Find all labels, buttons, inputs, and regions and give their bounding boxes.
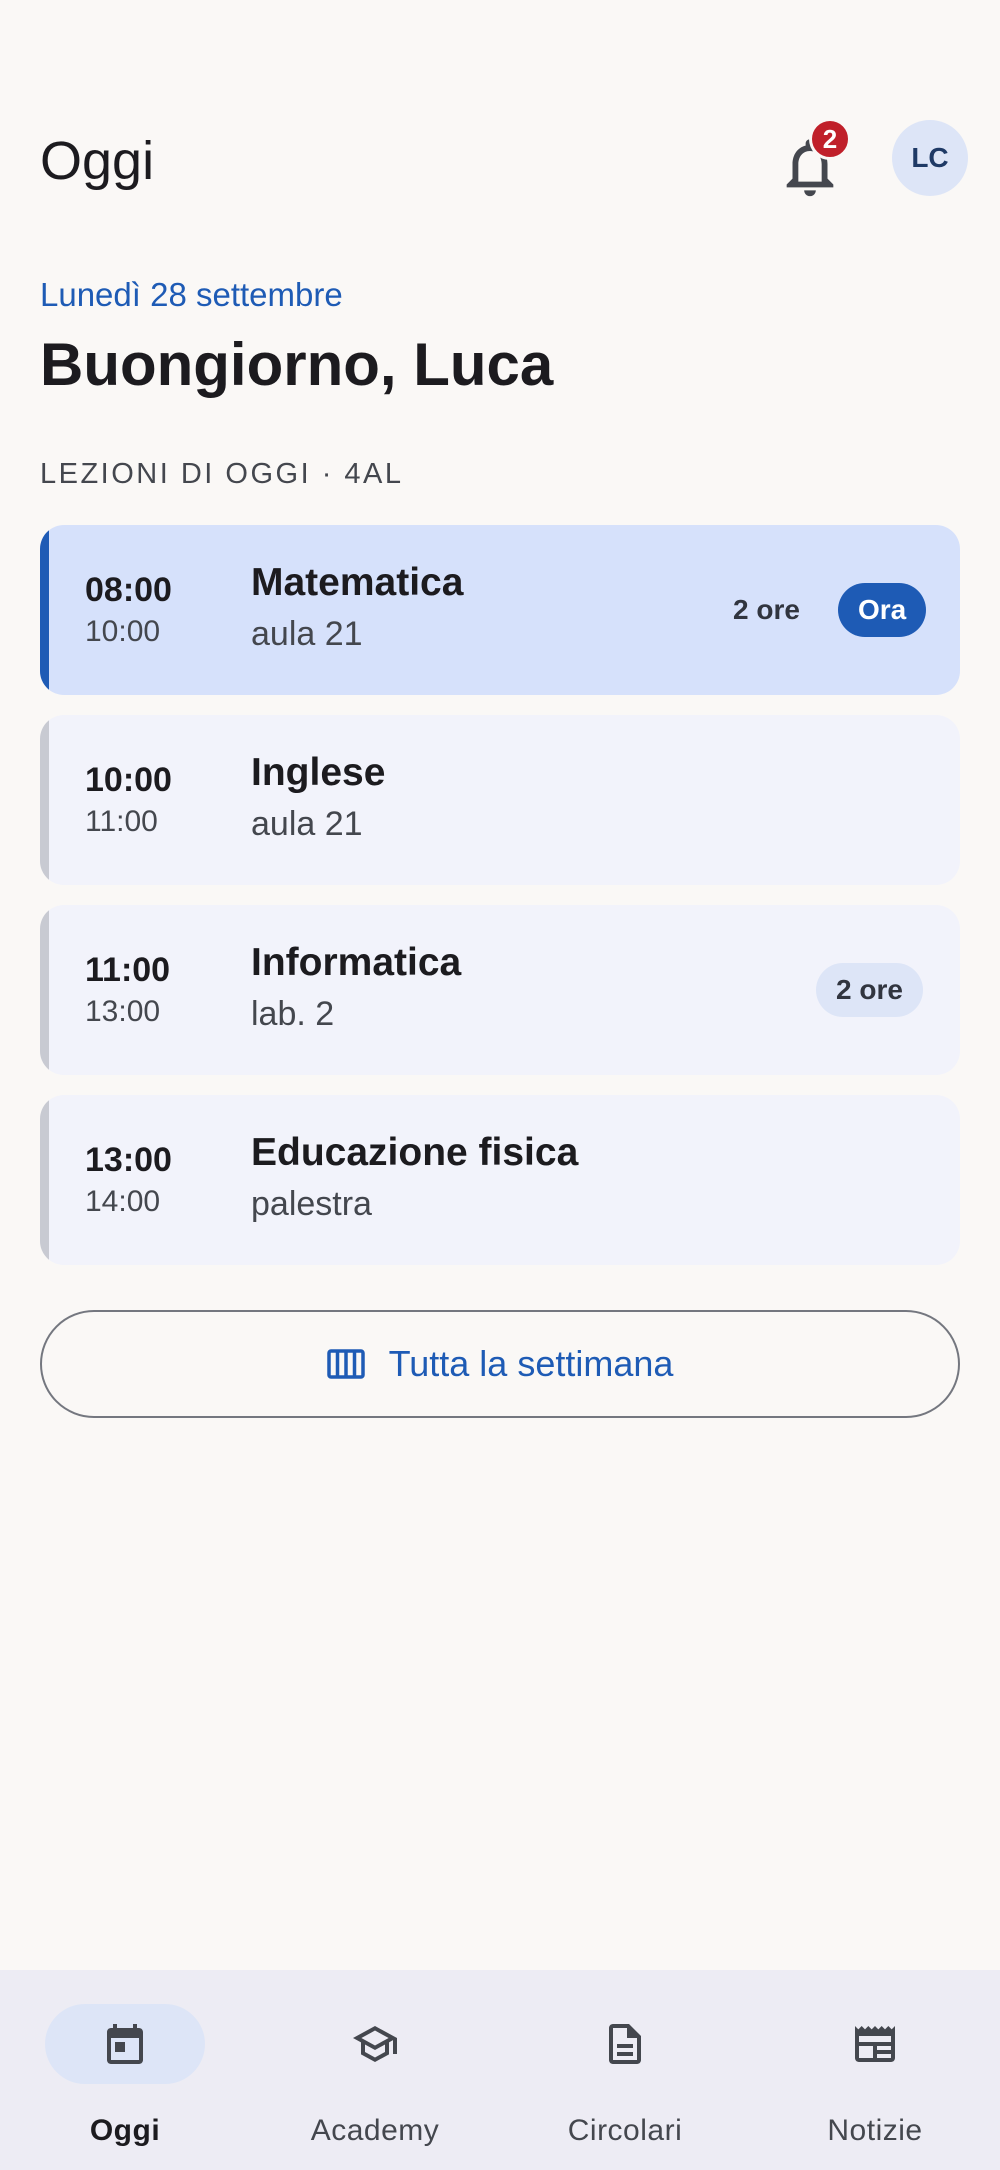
lesson-card[interactable]: 11:00 13:00 Informatica lab. 2 2 ore [40, 905, 960, 1075]
lesson-subject: Informatica [251, 941, 462, 984]
duration-chip: 2 ore [733, 594, 800, 625]
lesson-room: aula 21 [251, 615, 363, 653]
document-icon [609, 2024, 641, 2064]
nav-item-academy[interactable]: Academy [250, 1970, 500, 2170]
top-app-bar: Oggi 2 LC [0, 110, 1000, 210]
view-week-icon [326, 1349, 365, 1379]
bottom-navigation: Oggi Academy Circolari Notizie [0, 1970, 1000, 2170]
lesson-end-time: 11:00 [85, 805, 158, 838]
lesson-card[interactable]: 10:00 11:00 Inglese aula 21 [40, 715, 960, 885]
nav-label-oggi: Oggi [89, 2114, 161, 2147]
now-badge: Ora [838, 583, 927, 637]
newspaper-icon [855, 2026, 895, 2062]
lesson-end-time: 13:00 [85, 995, 161, 1028]
nav-label-notizie: Notizie [827, 2114, 923, 2147]
school-icon [353, 2026, 397, 2062]
full-week-button[interactable]: Tutta la settimana [40, 1310, 960, 1418]
section-title: LEZIONI DI OGGI · 4AL [40, 458, 404, 490]
nav-label-circolari: Circolari [567, 2114, 683, 2147]
nav-label-academy: Academy [310, 2114, 440, 2147]
lesson-start-time: 13:00 [85, 1141, 172, 1179]
lesson-card[interactable]: 08:00 10:00 Matematica aula 21 2 ore Ora [40, 525, 960, 695]
lesson-card[interactable]: 13:00 14:00 Educazione fisica palestra [40, 1095, 960, 1265]
greeting-heading: Buongiorno, Luca [40, 331, 554, 398]
nav-item-oggi[interactable]: Oggi [0, 1970, 250, 2170]
lesson-end-time: 14:00 [85, 1185, 161, 1218]
lesson-start-time: 08:00 [85, 571, 172, 609]
lesson-subject: Educazione fisica [251, 1131, 579, 1174]
lesson-indicator-bar [40, 1095, 49, 1265]
lesson-subject: Matematica [251, 561, 464, 604]
lesson-start-time: 11:00 [85, 951, 171, 989]
lesson-room: aula 21 [251, 805, 363, 843]
lesson-start-time: 10:00 [85, 761, 172, 799]
current-date: Lunedì 28 settembre [40, 276, 343, 313]
nav-item-notizie[interactable]: Notizie [750, 1970, 1000, 2170]
duration-chip: 2 ore [816, 963, 923, 1017]
nav-item-circolari[interactable]: Circolari [500, 1970, 750, 2170]
avatar[interactable]: LC [892, 120, 968, 196]
lesson-indicator-bar [40, 715, 49, 885]
lesson-room: palestra [251, 1185, 372, 1223]
full-week-label: Tutta la settimana [388, 1343, 674, 1384]
page-title: Oggi [40, 131, 155, 191]
notification-badge: 2 [809, 118, 851, 160]
lesson-subject: Inglese [251, 751, 386, 794]
lesson-indicator-bar [40, 905, 49, 1075]
lesson-indicator-bar [40, 525, 49, 695]
lesson-end-time: 10:00 [85, 615, 161, 648]
calendar-icon [107, 2024, 143, 2064]
lesson-room: lab. 2 [251, 995, 335, 1033]
